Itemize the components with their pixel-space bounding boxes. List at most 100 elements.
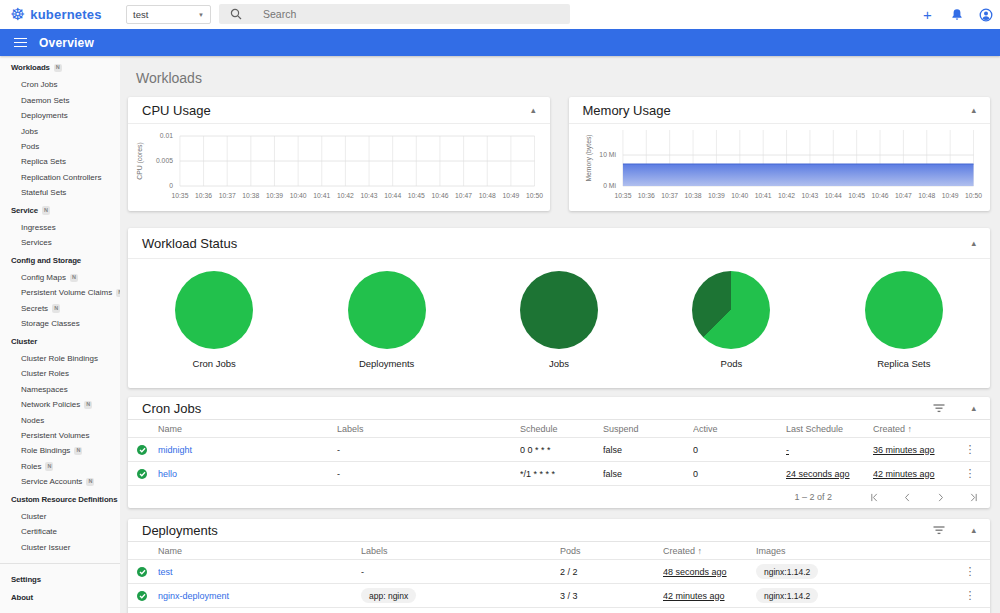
sidebar-item-persistent-volumes[interactable]: Persistent Volumes [0, 428, 120, 443]
cpu-usage-chart: 0.010.005010:3510:3610:3710:3810:3910:40… [128, 124, 550, 210]
search-bar[interactable]: Search [219, 4, 570, 24]
sidebar-item-cluster-issuer[interactable]: Cluster Issuer [0, 540, 120, 555]
column-header-suspend[interactable]: Suspend [603, 424, 693, 434]
sidebar-item-persistent-volume-claims[interactable]: Persistent Volume ClaimsN [0, 285, 120, 300]
filter-icon [933, 526, 945, 535]
sidebar-item-secrets[interactable]: SecretsN [0, 301, 120, 316]
column-header-name[interactable]: Name [158, 424, 337, 434]
resource-link[interactable]: midnight [158, 445, 192, 455]
sidebar-item-certificate[interactable]: Certificate [0, 524, 120, 539]
row-menu-button[interactable]: ⋮ [950, 589, 990, 602]
sidebar-item-stateful-sets[interactable]: Stateful Sets [0, 185, 120, 200]
column-header-pods[interactable]: Pods [560, 546, 663, 556]
sidebar-item-cluster-role-bindings[interactable]: Cluster Role Bindings [0, 351, 120, 366]
sidebar-item-replica-sets[interactable]: Replica Sets [0, 154, 120, 169]
column-header-created[interactable]: Created ↑ [663, 546, 756, 556]
menu-icon[interactable] [14, 35, 27, 49]
sidebar-item-config-maps[interactable]: Config MapsN [0, 270, 120, 285]
svg-text:10:40: 10:40 [290, 192, 307, 199]
sidebar-item-roles[interactable]: RolesN [0, 459, 120, 474]
namespace-select[interactable]: test ▼ [126, 5, 211, 24]
workload-status-item: Replica Sets [818, 271, 990, 369]
sidebar-item-service-accounts[interactable]: Service AccountsN [0, 474, 120, 489]
status-ok-icon [137, 567, 147, 577]
sidebar-item-settings[interactable]: Settings [0, 572, 120, 587]
sidebar-item-daemon-sets[interactable]: Daemon Sets [0, 93, 120, 108]
column-header-images[interactable]: Images [756, 546, 950, 556]
sidebar-item-network-policies[interactable]: Network PoliciesN [0, 397, 120, 412]
row-menu-button[interactable]: ⋮ [950, 467, 990, 480]
sidebar-section-custom-resource-definitions[interactable]: Custom Resource Definitions [0, 492, 120, 507]
memory-usage-chart: 10 Mi0 Mi10:3510:3610:3710:3810:3910:401… [569, 124, 991, 210]
collapse-icon[interactable]: ▴ [971, 106, 976, 115]
sidebar-item-storage-classes[interactable]: Storage Classes [0, 316, 120, 331]
svg-text:10:38: 10:38 [684, 192, 701, 199]
cron-jobs-title: Cron Jobs [142, 401, 907, 416]
sidebar-item-jobs[interactable]: Jobs [0, 124, 120, 139]
resource-link[interactable]: nginx-deployment [158, 591, 229, 601]
notifications-button[interactable] [942, 0, 971, 29]
account-button[interactable] [971, 0, 1000, 29]
svg-text:10:42: 10:42 [778, 192, 795, 199]
header-actions: + [913, 0, 1000, 29]
deployments-table: NameLabelsPodsCreated ↑Imagestest-2 / 24… [128, 542, 990, 608]
column-header-labels[interactable]: Labels [361, 546, 560, 556]
sidebar-item-deployments[interactable]: Deployments [0, 108, 120, 123]
prev-page-button[interactable] [903, 493, 912, 502]
sidebar-item-replication-controllers[interactable]: Replication Controllers [0, 170, 120, 185]
column-header-active[interactable]: Active [693, 424, 786, 434]
collapse-icon[interactable]: ▴ [971, 239, 976, 248]
pods-cell: 2 / 2 [560, 567, 663, 577]
resource-link[interactable]: hello [158, 469, 177, 479]
column-header-labels[interactable]: Labels [337, 424, 520, 434]
svg-text:10:41: 10:41 [313, 192, 330, 199]
sidebar-item-nodes[interactable]: Nodes [0, 413, 120, 428]
sidebar-item-cluster[interactable]: Cluster [0, 509, 120, 524]
sidebar-item-pods[interactable]: Pods [0, 139, 120, 154]
resource-link[interactable]: test [158, 567, 173, 577]
memory-usage-title: Memory Usage [583, 103, 972, 118]
first-page-button[interactable] [870, 493, 879, 502]
svg-text:10:47: 10:47 [455, 192, 472, 199]
svg-text:10:41: 10:41 [754, 192, 771, 199]
sidebar-section-config-and-storage[interactable]: Config and Storage [0, 253, 120, 268]
sidebar-section-workloads[interactable]: WorkloadsN [0, 60, 120, 75]
sidebar-item-cluster-roles[interactable]: Cluster Roles [0, 366, 120, 381]
sidebar-item-cron-jobs[interactable]: Cron Jobs [0, 77, 120, 92]
workload-status-card: Workload Status ▴ Cron JobsDeploymentsJo… [128, 228, 990, 388]
sidebar-item-about[interactable]: About [0, 590, 120, 605]
filter-button[interactable] [933, 526, 945, 535]
sidebar-section-cluster[interactable]: Cluster [0, 334, 120, 349]
svg-text:10 Mi: 10 Mi [599, 151, 616, 158]
table-header-row: NameLabelsScheduleSuspendActiveLast Sche… [128, 420, 990, 438]
status-cell [128, 591, 158, 601]
filter-button[interactable] [933, 404, 945, 413]
create-button[interactable]: + [913, 0, 942, 29]
sidebar-section-service[interactable]: ServiceN [0, 203, 120, 218]
collapse-icon[interactable]: ▴ [971, 404, 976, 413]
active-cell: 0 [693, 445, 786, 455]
filter-icon [933, 404, 945, 413]
collapse-icon[interactable]: ▴ [531, 106, 536, 115]
svg-text:10:44: 10:44 [384, 192, 401, 199]
sidebar-item-services[interactable]: Services [0, 235, 120, 250]
row-menu-button[interactable]: ⋮ [950, 565, 990, 578]
svg-text:10:35: 10:35 [614, 192, 631, 199]
sidebar-item-role-bindings[interactable]: Role BindingsN [0, 443, 120, 458]
collapse-icon[interactable]: ▴ [971, 526, 976, 535]
svg-text:10:47: 10:47 [894, 192, 911, 199]
column-header-schedule[interactable]: Schedule [520, 424, 603, 434]
svg-text:10:50: 10:50 [965, 192, 982, 199]
svg-text:10:46: 10:46 [871, 192, 888, 199]
column-header-last-schedule[interactable]: Last Schedule [786, 424, 873, 434]
cpu-usage-title: CPU Usage [142, 103, 531, 118]
column-header-created[interactable]: Created ↑ [873, 424, 950, 434]
sidebar-item-namespaces[interactable]: Namespaces [0, 382, 120, 397]
last-page-button[interactable] [969, 493, 978, 502]
namespaced-badge: N [42, 206, 50, 215]
next-page-button[interactable] [936, 493, 945, 502]
column-header-name[interactable]: Name [158, 546, 361, 556]
status-ok-icon [137, 445, 147, 455]
sidebar-item-ingresses[interactable]: Ingresses [0, 220, 120, 235]
row-menu-button[interactable]: ⋮ [950, 443, 990, 456]
